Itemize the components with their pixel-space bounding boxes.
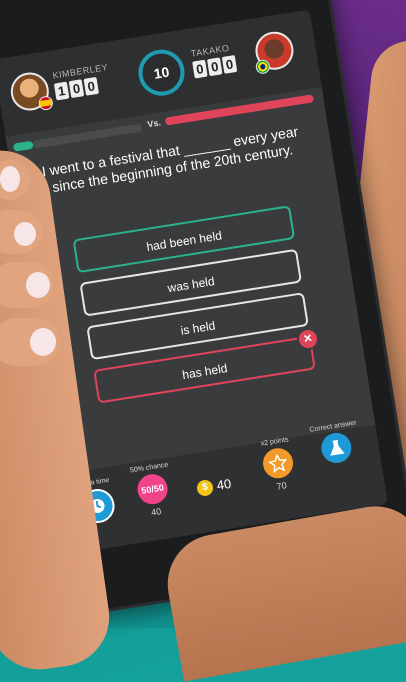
fingernail (0, 166, 20, 192)
fingernail (14, 222, 36, 246)
double-points-powerup[interactable]: x2 points 70 (246, 434, 310, 495)
flask-icon (319, 430, 354, 466)
player2-score: 0 0 0 (192, 55, 238, 79)
player1-name: KIMBERLEY (51, 62, 109, 81)
answer-label: has held (181, 361, 229, 383)
coin-icon: $ (195, 478, 215, 498)
star-icon (260, 446, 296, 481)
coins-value: 40 (215, 475, 233, 494)
score-digit: 0 (83, 76, 100, 96)
score-digit: 0 (192, 59, 208, 79)
double-points-count: 70 (275, 480, 288, 492)
countdown-timer: 10 (135, 46, 188, 99)
question-text: I went to a festival that ______ every y… (40, 123, 300, 196)
wrong-answer-icon: ✕ (295, 326, 321, 352)
fifty-fifty-count: 40 (150, 506, 162, 518)
score-digit: 0 (221, 55, 238, 74)
player1-progress-bar (12, 140, 34, 152)
correct-answer-powerup[interactable]: Correct answer (301, 418, 370, 468)
fingernail (26, 272, 50, 298)
spain-flag-icon (37, 95, 54, 112)
fingernail (30, 328, 56, 356)
player1-score: 1 0 0 (53, 76, 100, 101)
vs-label: Vs. (146, 117, 162, 130)
score-digit: 0 (206, 57, 223, 77)
score-digit: 1 (53, 81, 70, 101)
fifty-fifty-icon: 50/50 (135, 472, 170, 507)
score-digit: 0 (68, 79, 85, 99)
fifty-fifty-powerup[interactable]: 50% chance 50/50 40 (121, 460, 185, 521)
